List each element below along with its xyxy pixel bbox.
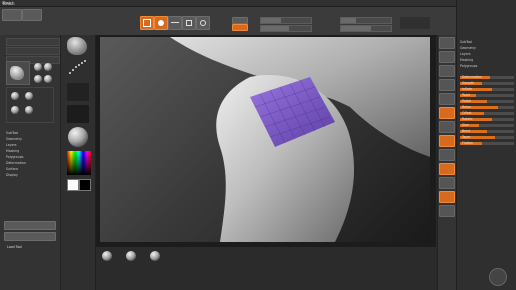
bottom-shelf	[96, 247, 436, 290]
color-picker[interactable]	[67, 151, 91, 175]
strip-button[interactable]	[439, 149, 455, 161]
left-menu-item[interactable]: Display	[6, 173, 56, 177]
current-tool-tile[interactable]	[6, 61, 30, 85]
stroke-thumbnail[interactable]	[67, 57, 89, 77]
deform-slider[interactable]: Relax	[460, 105, 514, 110]
right-icon-strip	[437, 35, 456, 290]
rotate-button[interactable]	[196, 16, 210, 30]
deform-slider[interactable]: Rotate	[460, 117, 514, 122]
left-menu-item[interactable]: Layers	[6, 143, 56, 147]
scale-icon	[186, 20, 192, 26]
edit-button[interactable]	[140, 16, 154, 30]
rgb-toggle[interactable]	[232, 24, 248, 31]
strip-button-active[interactable]	[439, 163, 455, 175]
strip-button[interactable]	[439, 51, 455, 63]
scale-button[interactable]	[182, 16, 196, 30]
left-row-1[interactable]	[6, 38, 60, 46]
deform-slider[interactable]: Bend	[460, 129, 514, 134]
lightbox-button[interactable]	[2, 9, 22, 21]
right-menu-item[interactable]: Polygroups	[460, 64, 514, 68]
strip-button[interactable]	[439, 177, 455, 189]
left-row-2[interactable]	[6, 47, 60, 55]
menu-bar: Brush	[0, 0, 516, 7]
edit-icon	[143, 19, 151, 27]
brush-thumbnail[interactable]	[67, 37, 87, 55]
stroke-dots-icon	[69, 60, 86, 74]
draw-size-slider[interactable]	[260, 17, 312, 24]
deform-slider[interactable]: Smooth	[460, 81, 514, 86]
alpha-thumbnail[interactable]	[67, 83, 89, 101]
strip-button-active[interactable]	[439, 107, 455, 119]
tool-thumb-2[interactable]	[34, 63, 42, 71]
left-menu-item[interactable]: Polygroups	[6, 155, 56, 159]
move-icon	[171, 22, 179, 23]
draw-button[interactable]	[154, 16, 168, 30]
arm-model-render	[170, 37, 430, 242]
right-menu-item[interactable]: Masking	[460, 58, 514, 62]
strip-button[interactable]	[439, 65, 455, 77]
deform-slider[interactable]: Taper	[460, 135, 514, 140]
panel-title: Brush	[3, 1, 15, 6]
viewport[interactable]	[100, 37, 430, 242]
right-tool-panel: SubTool Geometry Layers Masking Polygrou…	[456, 0, 516, 290]
subtool-thumb-2[interactable]	[25, 92, 33, 100]
texture-thumbnail[interactable]	[67, 105, 89, 123]
strip-button-active[interactable]	[439, 135, 455, 147]
subtool-thumb-1[interactable]	[11, 92, 19, 100]
draw-icon	[158, 20, 164, 26]
right-menu-item[interactable]: Geometry	[460, 46, 514, 50]
lightbox-bottom-button[interactable]: Lightbox	[4, 221, 56, 238]
tool-thumbnail-icon	[10, 66, 24, 80]
left-menu-item[interactable]: Masking	[6, 149, 56, 153]
deform-slider[interactable]: Deformation	[460, 75, 514, 80]
deform-slider[interactable]: Inflate	[460, 87, 514, 92]
main-color-swatch[interactable]	[67, 179, 79, 191]
deform-slider[interactable]: Size	[460, 123, 514, 128]
shelf-brush-1[interactable]	[102, 251, 112, 261]
shelf-brush-3[interactable]	[150, 251, 160, 261]
strip-button[interactable]	[439, 79, 455, 91]
tool-thumb-4[interactable]	[34, 75, 42, 83]
mrgb-toggle[interactable]	[232, 17, 248, 24]
strip-button[interactable]	[439, 121, 455, 133]
move-button[interactable]	[168, 16, 182, 30]
tool-thumb-3[interactable]	[44, 63, 52, 71]
right-menu-item[interactable]: Layers	[460, 52, 514, 56]
tool-thumb-5[interactable]	[44, 75, 52, 83]
z-intensity-slider[interactable]	[260, 25, 312, 32]
shelf-brush-2[interactable]	[126, 251, 136, 261]
strip-button[interactable]	[439, 205, 455, 217]
active-points-readout	[400, 17, 430, 29]
color-wheel-icon	[67, 151, 91, 175]
subtool-thumb-3[interactable]	[11, 106, 19, 114]
strip-button[interactable]	[439, 93, 455, 105]
left-menu-item[interactable]: Deformation	[6, 161, 56, 165]
secondary-color-swatch[interactable]	[79, 179, 91, 191]
load-tool-button[interactable]: Load Tool	[4, 232, 56, 249]
deform-slider[interactable]: Polish	[460, 99, 514, 104]
subtool-thumb-4[interactable]	[25, 106, 33, 114]
focal-shift-slider[interactable]	[340, 17, 392, 24]
left-menu-item[interactable]: Surface	[6, 167, 56, 171]
rgb-intensity-slider[interactable]	[340, 25, 392, 32]
left-menu-item[interactable]: SubTool	[6, 131, 56, 135]
strip-button[interactable]	[439, 37, 455, 49]
top-toolbar	[0, 7, 516, 36]
subtool-grid	[6, 87, 54, 123]
navigation-gizmo[interactable]	[489, 268, 507, 286]
right-menu-item[interactable]: SubTool	[460, 40, 514, 44]
left-tool-panel: Brush SubTool Geometry Layers Masking Po…	[0, 1, 61, 290]
material-sphere[interactable]	[68, 127, 88, 147]
deform-slider[interactable]: Offset	[460, 111, 514, 116]
quicksave-button[interactable]	[22, 9, 42, 21]
rotate-icon	[200, 20, 206, 26]
left-menu-item[interactable]: Geometry	[6, 137, 56, 141]
deform-slider[interactable]: Flatten	[460, 141, 514, 146]
brush-material-column	[61, 35, 96, 290]
strip-button-active[interactable]	[439, 191, 455, 203]
deform-slider[interactable]: Twist	[460, 93, 514, 98]
